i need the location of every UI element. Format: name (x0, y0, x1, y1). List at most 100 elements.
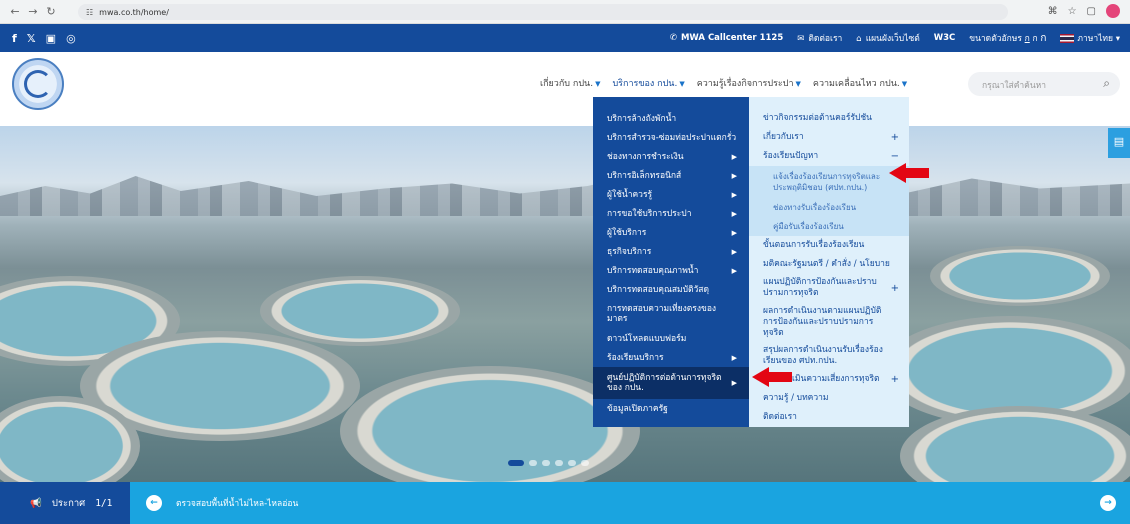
chevron-right-icon: ▶ (731, 353, 737, 362)
carousel-dot[interactable] (555, 460, 563, 466)
chevron-right-icon: ▶ (731, 152, 737, 161)
submenu-item-resolutions[interactable]: มติคณะรัฐมนตรี / คำสั่ง / นโยบาย (749, 255, 909, 274)
font-size-large[interactable]: ก (1040, 33, 1046, 44)
submenu-item-complaint-summary[interactable]: สรุปผลการดำเนินงานรับเรื่องร้องเรียนของ … (749, 342, 909, 370)
chevron-right-icon: ▶ (731, 171, 737, 180)
search-icon[interactable]: ⌕ (1103, 76, 1110, 91)
instagram-icon[interactable]: ◎ (66, 32, 76, 45)
announcement-label: 📢 ประกาศ 1/1 (0, 482, 130, 524)
subitem-complaint-channels[interactable]: ช่องทางรับเรื่องร้องเรียน (749, 198, 909, 217)
w3c-link[interactable]: W3C (934, 33, 956, 43)
carousel-dot[interactable] (542, 460, 550, 466)
chevron-right-icon: ▶ (731, 228, 737, 237)
sidepanel-icon[interactable]: ▢ (1087, 6, 1096, 17)
address-bar[interactable]: ☷ mwa.co.th/home/ (78, 4, 1008, 20)
hero-banner: ▤ (0, 126, 1130, 482)
bookmark-star-icon[interactable]: ☆ (1068, 6, 1077, 17)
font-size-small[interactable]: ก (1025, 34, 1030, 44)
menu-item-user-tips[interactable]: ผู้ใช้น้ำควรรู้ ▶ (593, 185, 749, 204)
subitem-complaint-manual[interactable]: คู่มือรับเรื่องร้องเรียน (749, 217, 909, 236)
main-navigation: เกี่ยวกับ กปน. ▼ บริการของ กปน. ▼ ความรู้เ… (540, 76, 907, 90)
menu-item-open-data[interactable]: ข้อมูลเปิดภาครัฐ (593, 399, 749, 418)
menu-item-material-testing[interactable]: บริการทดสอบคุณสมบัติวัสดุ (593, 280, 749, 299)
menu-item-anti-corruption[interactable]: ศูนย์ปฏิบัติการต่อต้านการทุจริตของ กปน. ▶ (593, 367, 749, 399)
profile-avatar[interactable] (1106, 4, 1120, 18)
side-menu-tab[interactable]: ▤ (1108, 128, 1130, 158)
site-info-icon[interactable]: ☷ (86, 8, 93, 17)
carousel-dot[interactable] (529, 460, 537, 466)
chevron-right-icon: ▶ (731, 209, 737, 218)
carousel-dot[interactable] (581, 460, 589, 466)
expand-plus-icon[interactable]: + (891, 374, 899, 385)
menu-item-e-services[interactable]: บริการอิเล็กทรอนิกส์ ▶ (593, 166, 749, 185)
announcement-text[interactable]: ตรวจสอบพื้นที่น้ำไม่ไหล-ไหลอ่อน (176, 496, 298, 510)
chevron-right-icon: ▶ (731, 266, 737, 275)
youtube-icon[interactable]: ▣ (46, 32, 56, 45)
search-input[interactable]: กรุณาใส่คำค้นหา ⌕ (968, 72, 1120, 96)
chevron-right-icon: ▶ (731, 379, 737, 387)
announcement-bar: 📢 ประกาศ 1/1 ← ตรวจสอบพื้นที่น้ำไม่ไหล-ไ… (0, 482, 1130, 524)
x-twitter-icon[interactable]: 𝕏 (27, 32, 36, 45)
megaphone-icon: 📢 (30, 497, 42, 509)
carousel-dot[interactable] (568, 460, 576, 466)
contact-link[interactable]: ✉ ติดต่อเรา (797, 31, 842, 45)
announcement-content: ← ตรวจสอบพื้นที่น้ำไม่ไหล-ไหลอ่อน (146, 482, 298, 524)
subitem-report-corruption[interactable]: แจ้งเรื่องร้องเรียนการทุจริตและประพฤติมิ… (749, 166, 909, 198)
translate-icon[interactable]: ⌘ (1048, 6, 1058, 17)
carousel-indicator (508, 460, 589, 466)
submenu-item-complaint-process[interactable]: ขั้นตอนการรับเรื่องร้องเรียน (749, 236, 909, 255)
submenu-item-news[interactable]: ข่าวกิจกรรมต่อต้านคอร์รัปชัน (749, 109, 909, 128)
url-text: mwa.co.th/home/ (99, 7, 169, 17)
submenu-item-plan-results[interactable]: ผลการดำเนินงานตามแผนปฏิบัติการป้องกันและ… (749, 302, 909, 342)
nav-item-about[interactable]: เกี่ยวกับ กปน. ▼ (540, 76, 600, 90)
menu-item-meter-testing[interactable]: การทดสอบความเที่ยงตรงของมาตร (593, 299, 749, 329)
menu-item-payment[interactable]: ช่องทางการชำระเงิน ▶ (593, 147, 749, 166)
expand-plus-icon[interactable]: + (891, 132, 899, 143)
water-tank (930, 246, 1110, 306)
menu-item-tank-cleaning[interactable]: บริการล้างถังพักน้ำ (593, 109, 749, 128)
phone-icon: ✆ (669, 33, 677, 43)
font-size-medium[interactable]: ก (1032, 34, 1037, 44)
site-header: เกี่ยวกับ กปน. ▼ บริการของ กปน. ▼ ความรู้เ… (0, 52, 1130, 126)
collapse-minus-icon[interactable]: − (891, 151, 899, 162)
reload-icon[interactable]: ↻ (42, 5, 60, 18)
menu-item-complaints[interactable]: ร้องเรียนบริการ ▶ (593, 348, 749, 367)
submenu-item-contact[interactable]: ติดต่อเรา (749, 408, 909, 427)
submenu-item-articles[interactable]: ความรู้ / บทความ (749, 389, 909, 408)
nav-item-knowledge[interactable]: ความรู้เรื่องกิจการประปา ▼ (697, 76, 801, 90)
submenu-item-complaint[interactable]: ร้องเรียนปัญหา − (749, 147, 909, 166)
thai-flag-icon (1060, 34, 1075, 43)
language-selector[interactable]: ภาษาไทย ▾ (1060, 31, 1120, 45)
red-annotation-arrow-icon (752, 367, 792, 387)
sitemap-link[interactable]: ⌂ แผนผังเว็บไซต์ (856, 31, 919, 45)
forward-icon[interactable]: → (24, 5, 42, 18)
menu-item-water-testing[interactable]: บริการทดสอบคุณภาพน้ำ ▶ (593, 261, 749, 280)
social-links: f 𝕏 ▣ ◎ (12, 32, 76, 45)
carousel-dot[interactable] (508, 460, 524, 466)
nav-item-news[interactable]: ความเคลื่อนไหว กปน. ▼ (813, 76, 907, 90)
services-dropdown: บริการล้างถังพักน้ำ บริการสำรวจ-ซ่อมท่อป… (593, 97, 749, 427)
menu-item-download-forms[interactable]: ดาวน์โหลดแบบฟอร์ม (593, 329, 749, 348)
menu-item-business[interactable]: ธุรกิจบริการ ▶ (593, 242, 749, 261)
expand-plus-icon[interactable]: + (891, 283, 899, 294)
complaint-subitems: แจ้งเรื่องร้องเรียนการทุจริตและประพฤติมิ… (749, 166, 909, 236)
logo-emblem-icon (24, 70, 52, 98)
mwa-logo[interactable] (12, 58, 64, 110)
facebook-icon[interactable]: f (12, 32, 17, 45)
menu-item-leak-repair[interactable]: บริการสำรวจ-ซ่อมท่อประปาแตกรั่ว (593, 128, 749, 147)
city-skyline (0, 171, 1130, 216)
browser-toolbar: ← → ↻ ☷ mwa.co.th/home/ ⌘ ☆ ▢ (0, 0, 1130, 24)
chevron-right-icon: ▶ (731, 190, 737, 199)
water-tank (900, 406, 1130, 482)
nav-item-services[interactable]: บริการของ กปน. ▼ (612, 76, 684, 90)
announcement-counter: 1/1 (95, 497, 113, 509)
back-icon[interactable]: ← (6, 5, 24, 18)
menu-item-customers[interactable]: ผู้ใช้บริการ ▶ (593, 223, 749, 242)
prev-arrow-icon[interactable]: ← (146, 495, 162, 511)
submenu-item-action-plan[interactable]: แผนปฏิบัติการป้องกันและปราบปรามการทุจริต… (749, 274, 909, 302)
next-arrow-icon[interactable]: → (1100, 495, 1116, 511)
sitemap-icon: ⌂ (856, 34, 862, 44)
submenu-item-about[interactable]: เกี่ยวกับเรา + (749, 128, 909, 147)
callcenter-link[interactable]: ✆ MWA Callcenter 1125 (670, 33, 783, 43)
menu-item-apply-service[interactable]: การขอใช้บริการประปา ▶ (593, 204, 749, 223)
